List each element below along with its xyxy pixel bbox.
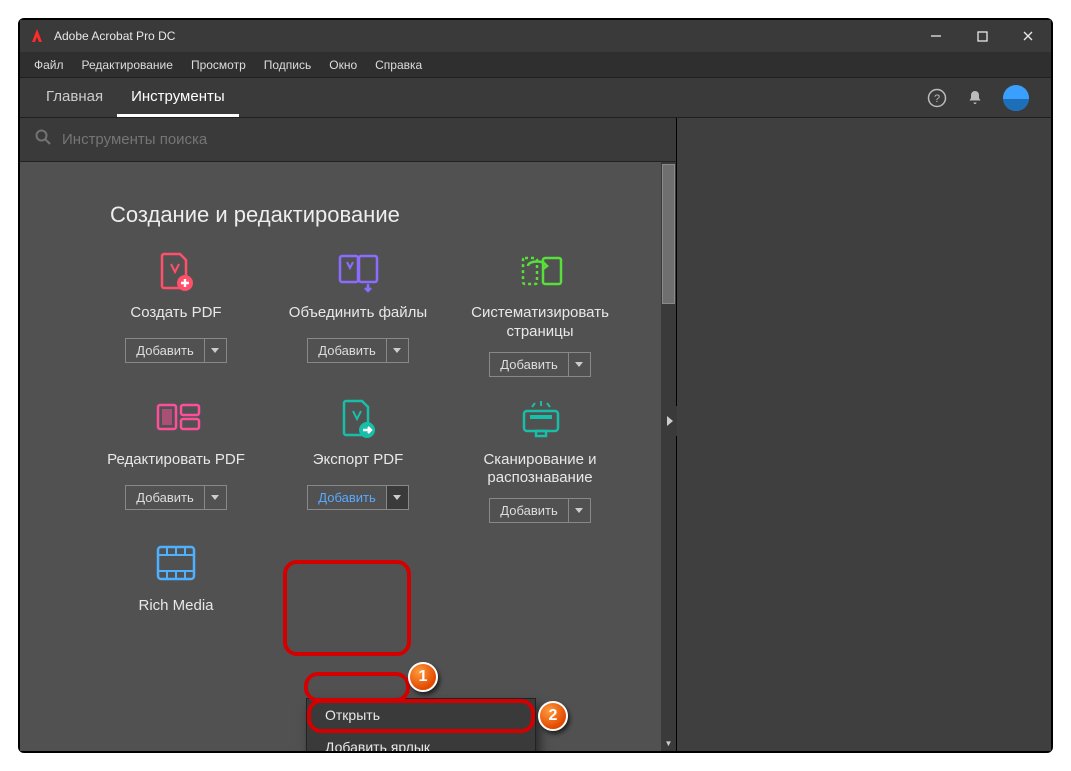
- tool-richmedia[interactable]: Rich Media: [86, 543, 266, 631]
- menu-edit[interactable]: Редактирование: [74, 55, 181, 75]
- app-window: Adobe Acrobat Pro DC Файл Редактирование…: [18, 18, 1053, 753]
- panel-expander[interactable]: [663, 406, 677, 436]
- tab-bar: Главная Инструменты ?: [20, 78, 1051, 118]
- tool-label: Редактировать PDF: [107, 451, 245, 475]
- chevron-down-icon[interactable]: [568, 499, 590, 522]
- scroll-down-icon[interactable]: ▼: [661, 736, 676, 751]
- dd-open[interactable]: Открыть: [307, 699, 535, 731]
- svg-text:?: ?: [934, 93, 940, 105]
- tool-label: Создать PDF: [130, 304, 221, 328]
- chevron-down-icon[interactable]: [386, 339, 408, 362]
- add-button[interactable]: Добавить: [307, 338, 408, 363]
- maximize-button[interactable]: [959, 20, 1005, 52]
- bell-icon[interactable]: [965, 88, 985, 108]
- help-icon[interactable]: ?: [927, 88, 947, 108]
- add-button[interactable]: Добавить: [125, 485, 226, 510]
- menu-sign[interactable]: Подпись: [256, 55, 320, 75]
- tool-label: Rich Media: [138, 597, 213, 621]
- avatar[interactable]: [1003, 85, 1029, 111]
- tool-combine[interactable]: Объединить файлы Добавить: [268, 250, 448, 377]
- tool-label: Экспорт PDF: [313, 451, 404, 475]
- tool-grid: Создать PDF Добавить Объединить файлы До…: [20, 236, 676, 671]
- add-button-export[interactable]: Добавить: [307, 485, 408, 510]
- tab-tools[interactable]: Инструменты: [117, 78, 239, 117]
- tool-scan[interactable]: Сканирование и распознавание Добавить: [450, 397, 630, 524]
- section-title: Создание и редактирование: [20, 162, 676, 236]
- media-icon: [154, 543, 198, 587]
- scroll-thumb[interactable]: [662, 164, 675, 304]
- content-area: Создание и редактирование Создать PDF До…: [20, 118, 1051, 751]
- minimize-button[interactable]: [913, 20, 959, 52]
- organize-icon: [518, 250, 562, 294]
- dd-shortcut[interactable]: Добавить ярлык: [307, 731, 535, 751]
- window-title: Adobe Acrobat Pro DC: [54, 29, 175, 43]
- tool-create-pdf[interactable]: Создать PDF Добавить: [86, 250, 266, 377]
- search-row: [20, 118, 676, 162]
- tool-label: Объединить файлы: [289, 304, 427, 328]
- tool-export[interactable]: Экспорт PDF Добавить: [268, 397, 448, 524]
- app-logo-icon: [28, 27, 46, 45]
- tab-home[interactable]: Главная: [32, 78, 117, 117]
- chevron-down-icon[interactable]: [568, 353, 590, 376]
- menu-file[interactable]: Файл: [26, 55, 72, 75]
- menu-window[interactable]: Окно: [321, 55, 365, 75]
- scan-icon: [518, 397, 562, 441]
- menu-view[interactable]: Просмотр: [183, 55, 254, 75]
- menu-help[interactable]: Справка: [367, 55, 430, 75]
- tool-label: Систематизировать страницы: [471, 304, 609, 342]
- tool-label: Сканирование и распознавание: [483, 451, 596, 489]
- chevron-down-icon[interactable]: [204, 339, 226, 362]
- edit-icon: [154, 397, 198, 441]
- title-bar: Adobe Acrobat Pro DC: [20, 20, 1051, 52]
- add-button[interactable]: Добавить: [489, 352, 590, 377]
- tools-pane: Создание и редактирование Создать PDF До…: [20, 118, 677, 751]
- chevron-down-icon[interactable]: [386, 486, 408, 509]
- search-input[interactable]: [62, 131, 662, 148]
- scrollbar[interactable]: ▲ ▼: [661, 162, 676, 751]
- close-button[interactable]: [1005, 20, 1051, 52]
- add-dropdown: Открыть Добавить ярлык Подробнее: [306, 698, 536, 751]
- tools-scroll: Создание и редактирование Создать PDF До…: [20, 162, 676, 751]
- search-icon: [34, 128, 52, 151]
- callout-2: 2: [538, 701, 568, 731]
- preview-pane: [677, 118, 1051, 751]
- combine-icon: [336, 250, 380, 294]
- menu-bar: Файл Редактирование Просмотр Подпись Окн…: [20, 52, 1051, 78]
- export-icon: [336, 397, 380, 441]
- create-pdf-icon: [154, 250, 198, 294]
- chevron-down-icon[interactable]: [204, 486, 226, 509]
- add-button[interactable]: Добавить: [489, 498, 590, 523]
- tool-organize[interactable]: Систематизировать страницы Добавить: [450, 250, 630, 377]
- add-button[interactable]: Добавить: [125, 338, 226, 363]
- callout-1: 1: [408, 662, 438, 692]
- tool-edit[interactable]: Редактировать PDF Добавить: [86, 397, 266, 524]
